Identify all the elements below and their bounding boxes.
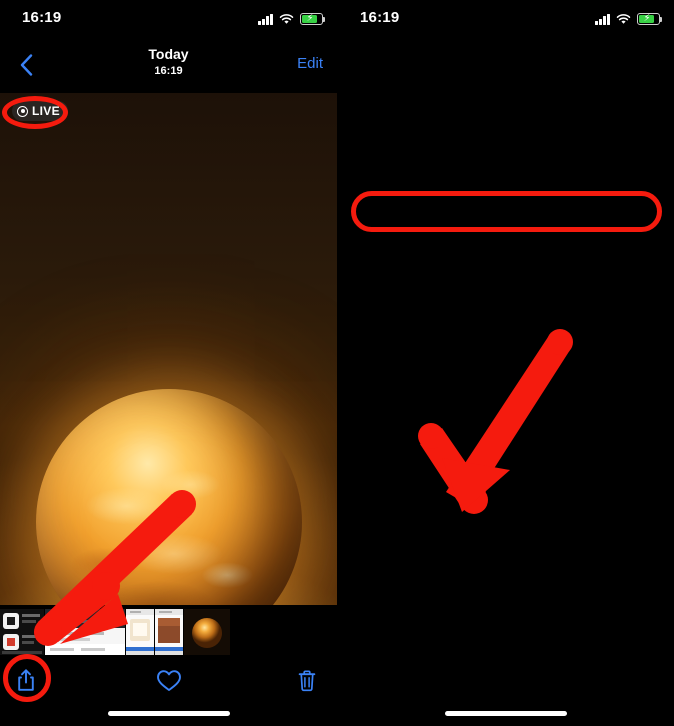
list-item[interactable] [155,609,183,655]
annotation-arrow-to-wallpaper [418,329,573,514]
battery-charging-icon: ⚡ [300,13,326,25]
cellular-bars-icon [595,13,610,25]
two-phone-screenshot: 16:19 ⚡ Today 16:19 Edit LIVE 16:19 ⚡ [0,0,674,726]
list-item[interactable] [45,609,125,655]
wifi-icon [279,13,294,25]
photo-nav-bar: Today 16:19 Edit [0,40,337,93]
photo-viewer[interactable] [0,93,337,605]
heart-icon[interactable] [151,662,187,698]
status-time: 16:19 [360,9,400,26]
status-bar-right: 16:19 ⚡ [338,0,674,40]
list-item-selected[interactable] [184,609,230,655]
annotation-oval-share-button [3,654,51,702]
annotation-rect-use-as-wallpaper [351,191,662,232]
home-indicator [445,711,567,716]
status-time: 16:19 [22,9,62,26]
edit-button[interactable]: Edit [297,55,323,72]
nav-subtitle-text: 16:19 [154,65,183,77]
cellular-bars-icon [258,13,273,25]
status-bar-left: 16:19 ⚡ [0,0,337,40]
left-phone-panel: 16:19 ⚡ Today 16:19 Edit LIVE [0,0,337,726]
home-indicator [107,711,230,716]
trash-icon[interactable] [289,662,325,698]
status-indicators: ⚡ [595,13,663,25]
right-phone-panel: 16:19 ⚡ 1 Photo Selected Options › [337,0,674,726]
wifi-icon [616,13,631,25]
status-indicators: ⚡ [258,13,326,25]
battery-charging-icon: ⚡ [637,13,663,25]
planet-photo-content [35,389,302,605]
nav-title-text: Today [148,46,189,62]
photo-thumbnail-strip[interactable] [0,608,337,656]
list-item[interactable] [126,609,154,655]
list-item[interactable] [0,609,44,655]
annotation-oval-live-badge [2,96,68,129]
page-title: Today 16:19 [0,46,337,78]
